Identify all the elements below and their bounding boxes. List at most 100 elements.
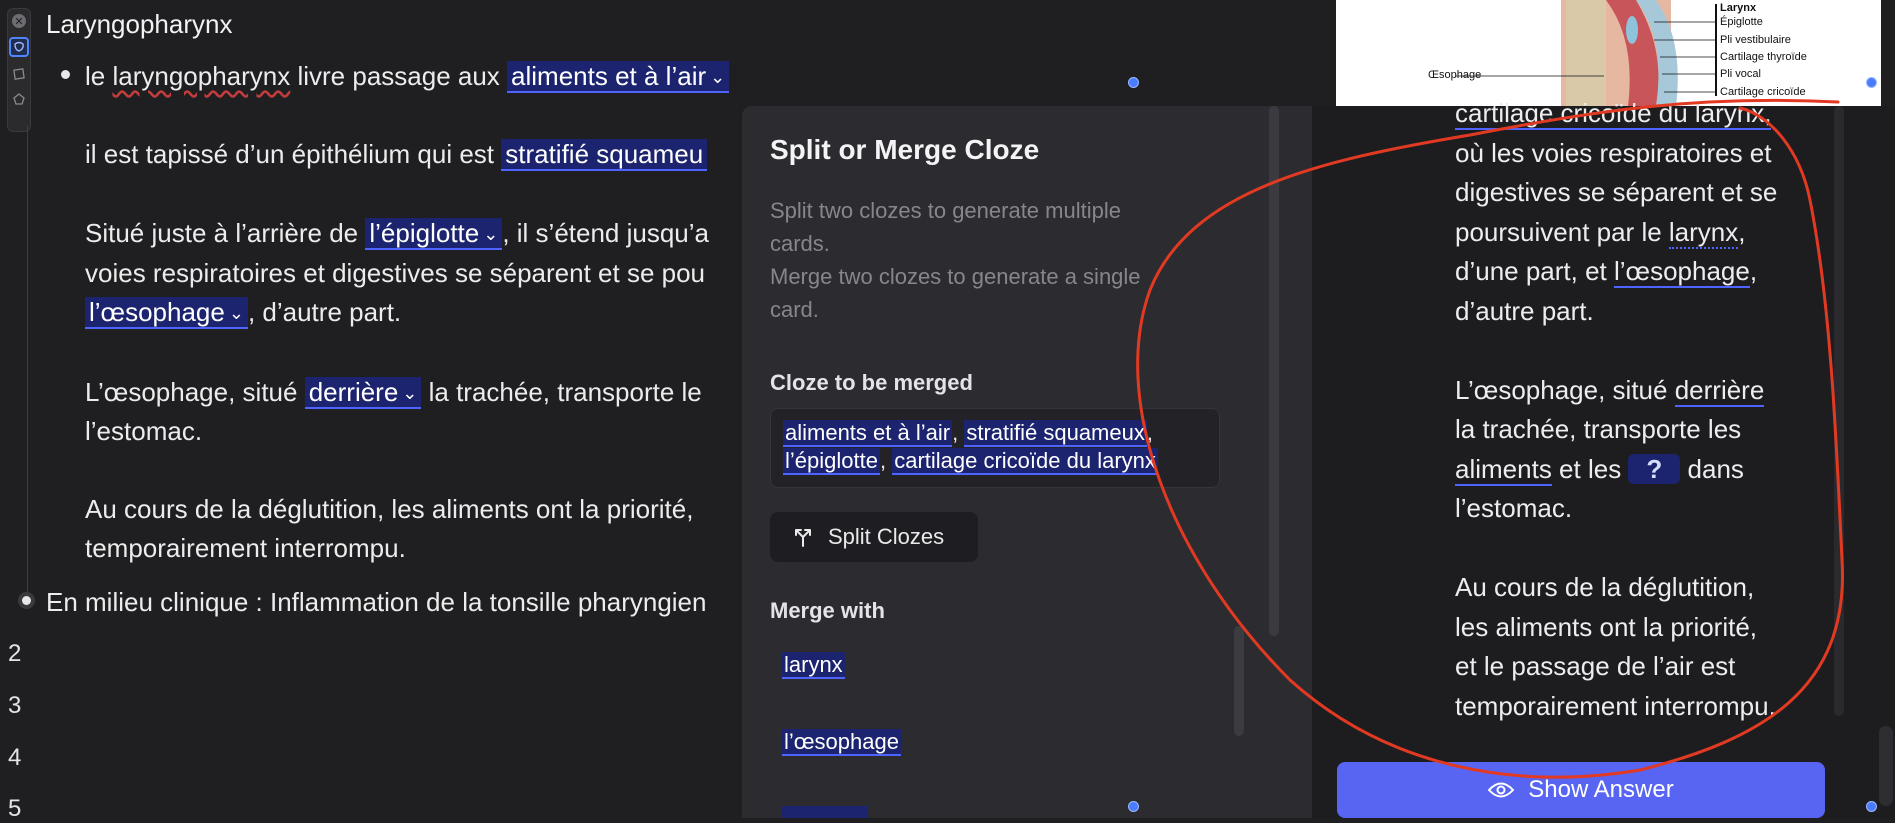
- card-text: d’une part, et: [1455, 256, 1614, 286]
- bullet-dot: [61, 70, 70, 79]
- description-line: card.: [770, 297, 819, 322]
- larynx-diagram-image: Larynx Épiglotte Pli vestibulaire Cartil…: [1336, 0, 1881, 106]
- cloze-text: aliments et à l’air: [511, 61, 707, 91]
- description-line: cards.: [770, 231, 830, 256]
- merge-option[interactable]: l’œsophage: [782, 729, 901, 756]
- dialog-description: Split two clozes to generate multiple ca…: [770, 194, 1190, 326]
- show-answer-button[interactable]: Show Answer: [1337, 762, 1825, 818]
- merge-option-label: l’œsophage: [782, 729, 901, 756]
- dialog-scrollbar[interactable]: [1234, 626, 1244, 736]
- resize-handle[interactable]: [1866, 801, 1877, 812]
- merge-option[interactable]: larynx: [782, 652, 845, 679]
- split-button-label: Split Clozes: [828, 524, 945, 549]
- card-line: poursuivent par le larynx,: [1455, 213, 1835, 253]
- card-line: Au cours de la déglutition,: [1455, 572, 1755, 602]
- card-question-text: cartilage cricoïde du larynx, où les voi…: [1455, 98, 1835, 726]
- diagram-label: Cartilage thyroïde: [1720, 51, 1807, 63]
- card-line: les aliments ont la priorité,: [1455, 611, 1758, 642]
- card-line: l’estomac.: [1455, 493, 1573, 523]
- card-line: cartilage cricoïde du larynx,: [1455, 94, 1835, 134]
- cloze-tag[interactable]: stratifié squameu: [501, 139, 708, 171]
- cloze-to-merge-field[interactable]: aliments et à l’air, stratifié squameux,…: [770, 408, 1220, 488]
- card-line: où les voies respiratoires et: [1455, 137, 1772, 168]
- dialog-scrollbar-track[interactable]: [1269, 106, 1279, 636]
- cloze-word: aliments: [1455, 453, 1552, 486]
- cloze-word: l’œsophage: [1614, 256, 1750, 288]
- card-line: digestives se séparent et se: [1455, 177, 1778, 207]
- chevron-down-icon: ⌄: [402, 383, 418, 403]
- separator: ,: [879, 448, 887, 473]
- polygon-tool-icon[interactable]: [11, 91, 27, 107]
- block-text: voies respiratoires et digestives se sép…: [85, 258, 706, 288]
- chevron-down-icon: ⌄: [710, 67, 726, 87]
- diagram-vertebrae: [1566, 0, 1606, 106]
- outline-block[interactable]: En milieu clinique : Inflammation de la …: [46, 582, 706, 622]
- card-line: la trachée, transporte les: [1455, 414, 1742, 444]
- drawing-toolbar: ✕: [7, 8, 31, 132]
- cloze-chip: cartilage cricoïde du larynx: [892, 448, 1158, 475]
- resize-handle[interactable]: [1128, 77, 1139, 88]
- card-line: temporairement interrompu.: [1455, 690, 1776, 721]
- block-text: L’œsophage, situé: [85, 377, 305, 407]
- line-number: 3: [8, 692, 22, 719]
- description-line: Merge two clozes to generate a single: [770, 264, 1141, 289]
- square-tool-icon[interactable]: [11, 66, 27, 82]
- outline-block[interactable]: il est tapissé d’un épithélium qui est s…: [85, 134, 708, 174]
- card-line: d’autre part.: [1455, 295, 1594, 326]
- outline-block[interactable]: le laryngopharynx livre passage aux alim…: [85, 56, 730, 97]
- diagram-label: Larynx: [1720, 2, 1757, 14]
- hidden-cloze-placeholder[interactable]: ?: [1628, 453, 1681, 484]
- card-line: L’œsophage, situé derrière: [1455, 371, 1835, 411]
- chevron-down-icon: ⌄: [228, 303, 244, 323]
- card-text: cartilage cricoïde du larynx,: [1455, 98, 1772, 130]
- separator: ,: [1146, 420, 1153, 445]
- block-text: il est tapissé d’un épithélium qui est: [85, 139, 502, 169]
- line-number: 2: [8, 640, 22, 667]
- line-number: 5: [8, 795, 22, 822]
- cloze-chip: stratifié squameux: [964, 420, 1147, 447]
- card-text: ,: [1749, 256, 1758, 286]
- diagram-label: Épiglotte: [1720, 16, 1763, 28]
- block-text: , il s’étend jusqu’a: [502, 218, 710, 248]
- window-scrollbar[interactable]: [1879, 726, 1893, 806]
- cloze-tag[interactable]: l’œsophage ⌄: [85, 297, 248, 329]
- card-text: L’œsophage, situé: [1455, 374, 1675, 405]
- close-icon[interactable]: ✕: [12, 14, 26, 28]
- outline-block[interactable]: Situé juste à l’arrière de l’épiglotte ⌄,…: [85, 213, 709, 254]
- block-text: le: [85, 61, 113, 91]
- block-text: , d’autre part.: [247, 297, 402, 327]
- cloze-word: larynx: [1668, 216, 1739, 249]
- resize-handle[interactable]: [1866, 77, 1877, 88]
- merge-option-label: larynx: [782, 652, 845, 679]
- outline-block[interactable]: L’œsophage, situé derrière ⌄ la trachée, …: [85, 372, 702, 413]
- description-line: Split two clozes to generate multiple: [770, 198, 1121, 223]
- cloze-tag[interactable]: derrière ⌄: [304, 377, 422, 409]
- merge-option[interactable]: [782, 806, 868, 818]
- block-text: Situé juste à l’arrière de: [85, 218, 366, 248]
- cloze-chip: l’épiglotte: [783, 448, 880, 475]
- merge-with-label: Merge with: [770, 598, 885, 623]
- card-spacer: [1455, 529, 1835, 569]
- cloze-tag[interactable]: l’épiglotte ⌄: [365, 218, 503, 250]
- diagram-label: Pli vestibulaire: [1720, 34, 1791, 46]
- bullet-dot: [22, 596, 31, 605]
- card-scrollbar[interactable]: [1834, 106, 1844, 716]
- card-spacer: [1455, 331, 1835, 371]
- cloze-text: l’épiglotte: [369, 218, 480, 248]
- split-clozes-button[interactable]: Split Clozes: [770, 512, 978, 562]
- show-answer-label: Show Answer: [1528, 776, 1674, 803]
- misspelled-word: laryngopharynx: [112, 61, 291, 91]
- cloze-text: derrière: [308, 377, 399, 407]
- card-text: dans: [1680, 453, 1744, 484]
- outline-guide-line: [27, 125, 28, 595]
- block-text: livre passage aux: [290, 61, 508, 91]
- split-icon: [795, 529, 811, 547]
- line-number: 4: [8, 744, 22, 771]
- eye-icon: [1488, 782, 1515, 798]
- block-text: l’estomac.: [85, 416, 203, 446]
- diagram-label: Œsophage: [1428, 69, 1482, 81]
- cloze-tag[interactable]: aliments et à l’air ⌄: [507, 61, 730, 93]
- card-text: ,: [1738, 216, 1746, 247]
- resize-handle[interactable]: [1128, 801, 1139, 812]
- lasso-tool-icon[interactable]: [9, 37, 29, 57]
